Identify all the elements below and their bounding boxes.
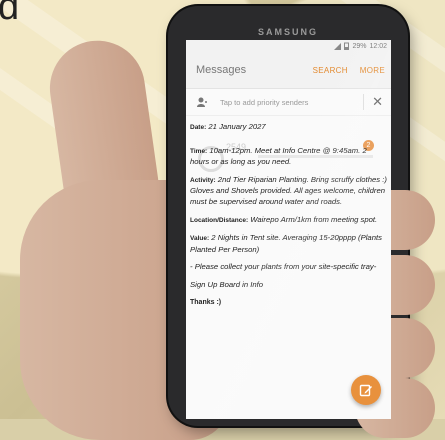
signal-icon [334,42,342,50]
battery-icon [344,42,350,50]
app-bar: Messages SEARCH MORE [186,52,391,89]
priority-senders-text: Tap to add priority senders [220,97,309,107]
signup-line: Sign Up Board in Info [190,279,264,289]
close-icon[interactable]: ✕ [363,94,383,110]
battery-level: 29% [352,42,367,50]
time-line: Time: 10am-12pm. Meet at Info Centre @ 9… [190,145,367,167]
priority-senders-bar[interactable]: Tap to add priority senders ✕ [186,89,391,116]
message-body: Date: 21 January 2027 Time: 10am-12pm. M… [186,116,391,308]
date-line: Date: 21 January 2027 [190,122,266,131]
priority-sender-icon [194,94,210,110]
app-title: Messages [196,64,247,76]
compose-icon [359,384,372,397]
value-line: Value: 2 Nights in Tent site. Averaging … [190,233,382,254]
note-line: - Please collect your plants from your s… [190,262,377,272]
status-time: 12:02 [369,42,387,50]
compose-button[interactable] [351,375,381,405]
more-button[interactable]: MORE [360,66,385,75]
status-bar: 29% 12:02 [186,40,391,52]
thanks-line: Thanks :) [190,298,222,306]
phone-screen: 29% 12:02 Messages SEARCH MORE Tap to ad… [186,40,391,419]
activity-line: Activity: 2nd Tier Riparian Planting. Br… [190,174,387,206]
search-button[interactable]: SEARCH [313,66,348,75]
location-line: Location/Distance: Wairepo Arm/1km from … [190,214,378,224]
corner-text: d [0,0,20,28]
phone-brand: SAMSUNG [257,27,318,37]
